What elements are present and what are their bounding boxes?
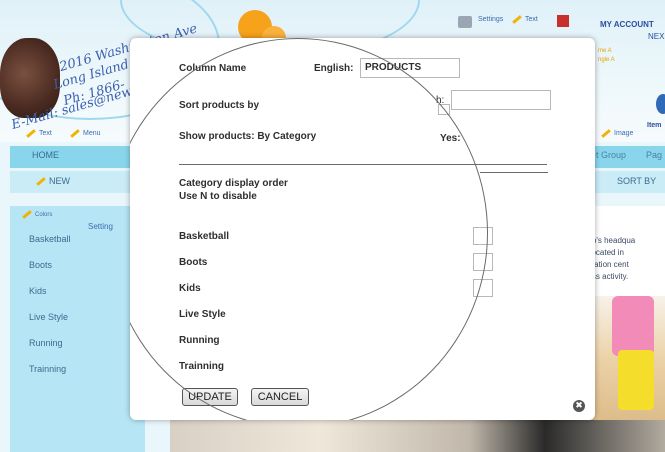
sidebar-item-running[interactable]: Running — [29, 338, 63, 348]
settings-icon[interactable] — [458, 16, 472, 28]
my-account-link[interactable]: MY ACCOUNT — [600, 20, 654, 29]
order-item-running: Running — [179, 335, 220, 346]
nav-new[interactable]: NEW — [36, 176, 70, 186]
update-button[interactable]: UPDATE — [182, 388, 238, 406]
order-item-basketball: Basketball — [179, 231, 230, 242]
sidebar-item-kids[interactable]: Kids — [29, 286, 47, 296]
sidebar-item-boots[interactable]: Boots — [29, 260, 52, 270]
order-input-kids[interactable] — [473, 279, 493, 297]
nav-page[interactable]: Pag — [646, 150, 662, 160]
pencil-icon — [512, 14, 522, 24]
cancel-button[interactable]: CANCEL — [251, 388, 309, 406]
product-photo-detail — [618, 350, 654, 410]
note-line: me A — [598, 48, 612, 54]
yes-label: Yes: — [440, 133, 461, 144]
text-tool-label: Text — [39, 130, 52, 137]
sidebar-item-live-style[interactable]: Live Style — [29, 312, 68, 322]
pencil-icon — [70, 128, 80, 138]
product-photo-detail — [612, 296, 654, 356]
english-name-input[interactable]: PRODUCTS — [360, 58, 460, 78]
decor-shape — [656, 94, 665, 114]
nav-group[interactable]: t Group — [596, 150, 626, 160]
note-line: ngle A — [598, 57, 615, 63]
menu-tool-label: Menu — [83, 130, 101, 137]
item-label: Item — [647, 122, 662, 129]
order-item-trainning: Trainning — [179, 361, 224, 372]
next-link[interactable]: NEX — [648, 32, 664, 41]
sort-checkbox[interactable] — [438, 104, 450, 115]
pencil-icon — [601, 128, 611, 138]
order-item-boots: Boots — [179, 257, 208, 268]
order-hint: Use N to disable — [179, 191, 257, 202]
sort-products-label: Sort products by — [179, 100, 260, 111]
order-item-live-style: Live Style — [179, 309, 226, 320]
category-settings-dialog: Column Name English: PRODUCTS Sort produ… — [130, 38, 595, 420]
colors-tool[interactable]: Colors — [22, 210, 53, 219]
text-link-label: Text — [525, 16, 538, 23]
settings-link[interactable]: Settings — [478, 16, 503, 23]
nav-new-label: NEW — [49, 176, 70, 186]
sidebar-item-trainning[interactable]: Trainning — [29, 364, 66, 374]
show-products-label: Show products: By Category — [179, 131, 317, 142]
shoes-photo — [170, 420, 665, 452]
nav-home[interactable]: HOME — [32, 150, 59, 160]
flag-icon[interactable] — [557, 15, 569, 27]
sidebar-setting-link[interactable]: Setting — [88, 222, 113, 231]
menu-tool[interactable]: Menu — [70, 128, 101, 138]
pencil-icon — [22, 210, 32, 219]
order-title: Category display order — [179, 178, 288, 189]
text-link[interactable]: Text — [512, 14, 538, 24]
sort-by-link[interactable]: SORT BY — [617, 176, 656, 186]
divider — [179, 164, 547, 165]
pencil-icon — [26, 128, 36, 138]
text-tool[interactable]: Text — [26, 128, 52, 138]
pencil-icon — [36, 177, 46, 186]
close-icon[interactable]: ✖ — [573, 400, 585, 412]
colors-tool-label: Colors — [35, 212, 53, 218]
english-label: English: — [314, 63, 354, 74]
divider — [480, 172, 548, 173]
image-tool[interactable]: Image — [601, 128, 634, 138]
column-name-label: Column Name — [179, 63, 247, 74]
order-input-basketball[interactable] — [473, 227, 493, 245]
sidebar-item-basketball[interactable]: Basketball — [29, 234, 71, 244]
sort-field-input[interactable] — [451, 90, 551, 110]
image-tool-label: Image — [614, 130, 634, 137]
order-item-kids: Kids — [179, 283, 201, 294]
order-input-boots[interactable] — [473, 253, 493, 271]
